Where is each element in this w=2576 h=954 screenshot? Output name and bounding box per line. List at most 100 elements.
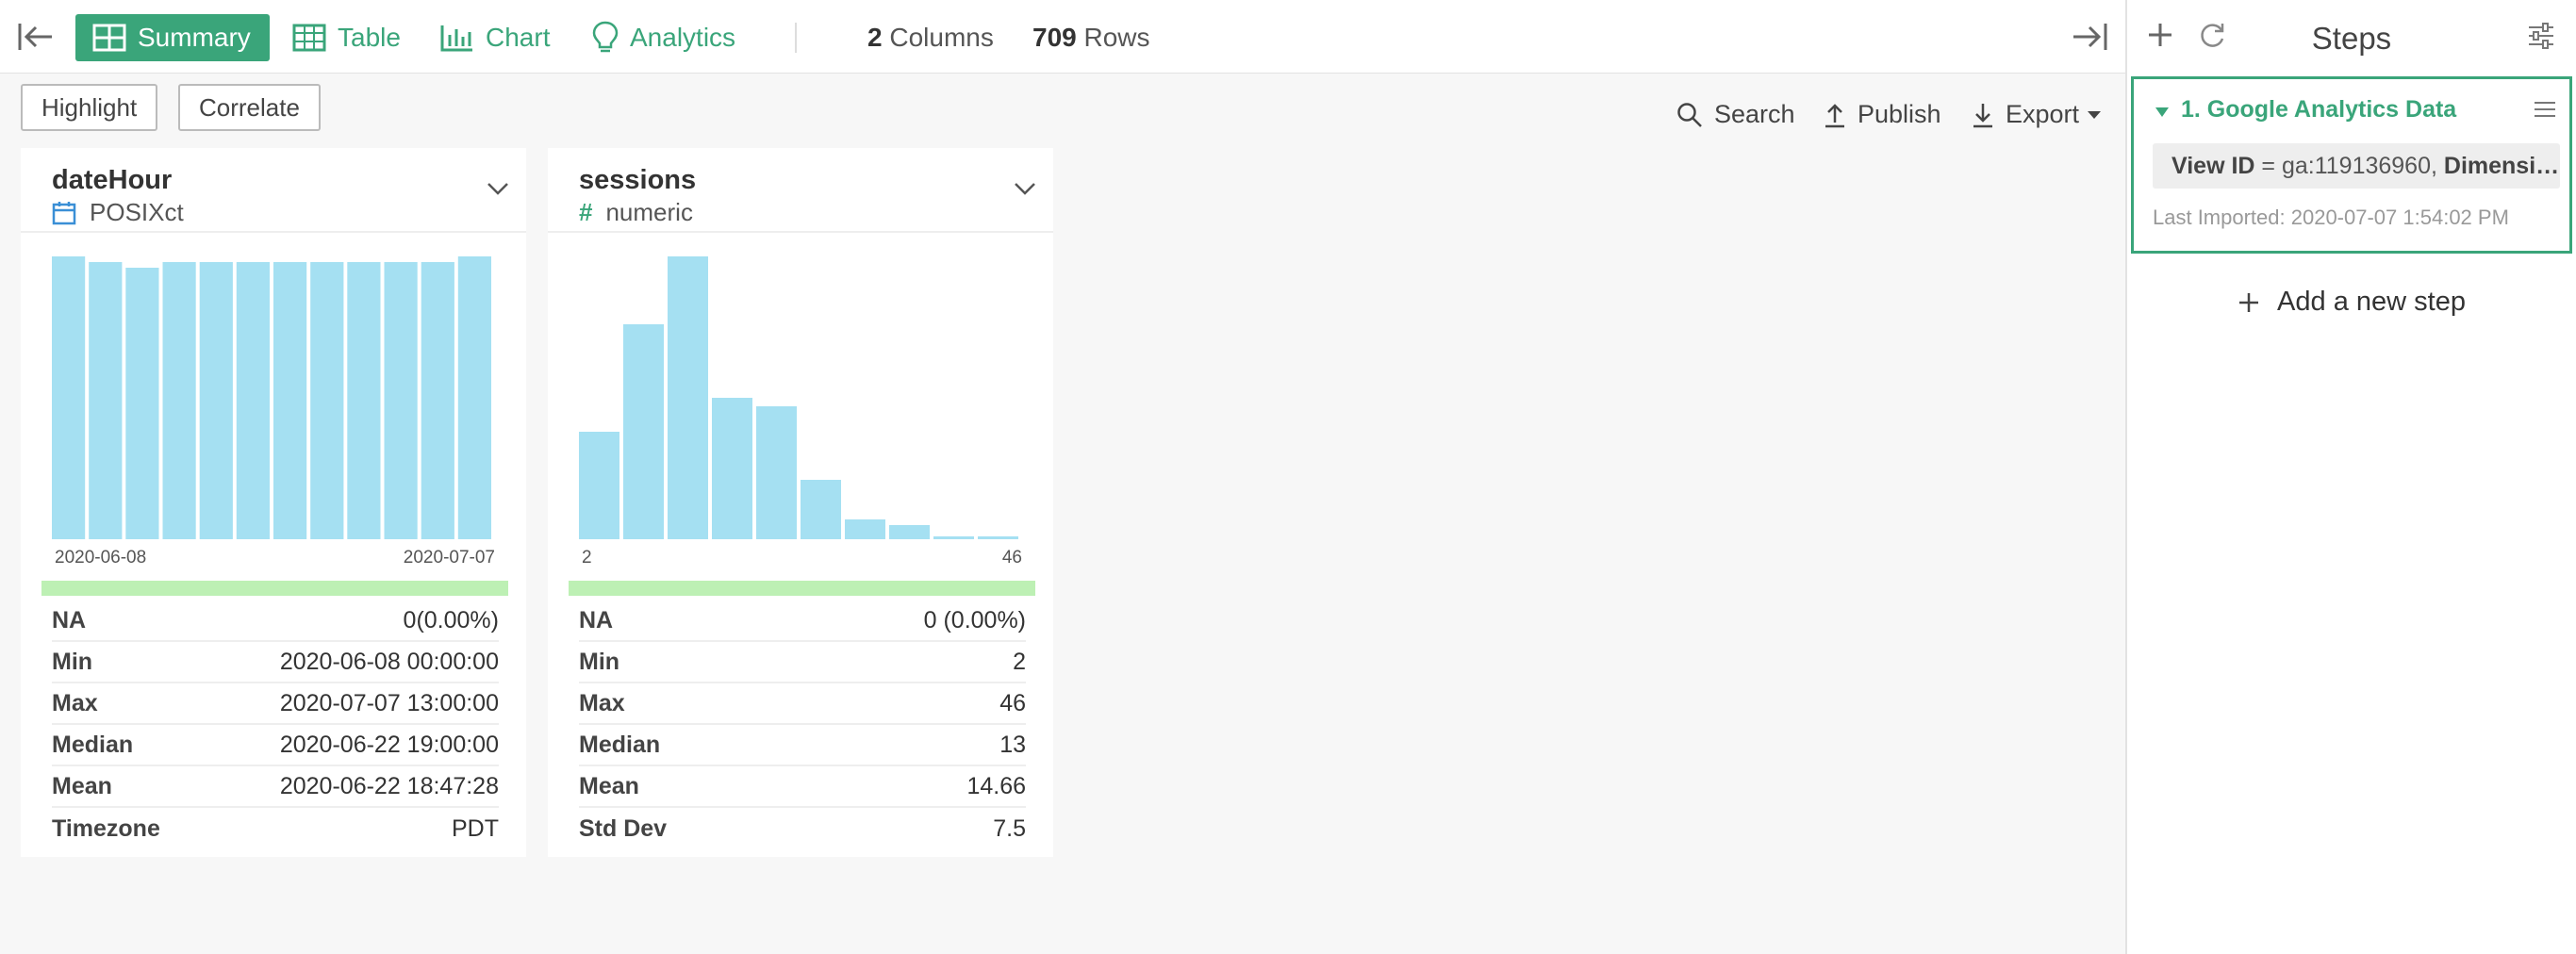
histogram-bar[interactable] xyxy=(347,262,381,539)
stat-label: Median xyxy=(52,731,134,758)
caret-down-icon[interactable] xyxy=(2155,106,2170,123)
histogram-bar[interactable] xyxy=(421,262,454,539)
data-quality-bar xyxy=(569,581,1035,596)
stat-value: 2020-06-22 18:47:28 xyxy=(279,772,499,799)
chevron-down-icon[interactable] xyxy=(487,182,509,200)
data-quality-bar xyxy=(41,581,508,596)
tab-analytics[interactable]: Analytics xyxy=(592,14,735,61)
tab-analytics-label: Analytics xyxy=(630,23,736,52)
hamburger-icon[interactable] xyxy=(2534,100,2556,123)
stat-label: Min xyxy=(579,648,620,675)
export-dropdown[interactable]: Export xyxy=(1972,100,2113,129)
histogram-bar[interactable] xyxy=(668,256,708,539)
tab-summary[interactable]: Summary xyxy=(75,14,270,61)
stats-table: NA 0(0.00%) Min 2020-06-08 00:00:00 Max 202… xyxy=(52,600,499,849)
stat-value: PDT xyxy=(452,814,499,842)
chevron-down-icon[interactable] xyxy=(1014,182,1036,200)
tab-chart-label: Chart xyxy=(486,23,551,52)
stat-row-std-dev: Std Dev 7.5 xyxy=(579,808,1026,849)
histogram-bar[interactable] xyxy=(52,256,86,539)
search-button[interactable]: Search xyxy=(1676,100,1795,129)
histogram-bar[interactable] xyxy=(457,256,491,539)
columns-count-value: 2 xyxy=(867,23,883,52)
step-title: 1. Google Analytics Data xyxy=(2181,96,2457,123)
steps-header: Steps xyxy=(2127,0,2576,74)
stat-value: 13 xyxy=(999,731,1026,758)
correlate-button[interactable]: Correlate xyxy=(178,84,321,131)
columns-count-label: Columns xyxy=(889,23,994,52)
histogram-bar[interactable] xyxy=(712,398,752,539)
stat-label: Max xyxy=(52,689,98,716)
steps-panel: Steps 1. Google Analytics Data View ID =… xyxy=(2125,0,2576,954)
histogram-svg: 2020-06-08 2020-07-07 xyxy=(41,256,508,596)
histogram-bar[interactable] xyxy=(579,432,619,539)
stat-label: NA xyxy=(52,606,87,633)
collapse-right-icon[interactable] xyxy=(2071,21,2108,53)
stat-row-na: NA 0 (0.00%) xyxy=(579,600,1026,642)
column-type: # numeric xyxy=(579,198,693,227)
stat-row-max: Max 46 xyxy=(579,683,1026,725)
search-icon xyxy=(1676,102,1714,128)
axis-max-label: 2020-07-07 xyxy=(404,548,495,567)
tab-chart[interactable]: Chart xyxy=(440,14,550,61)
histogram-bar[interactable] xyxy=(801,480,841,539)
last-imported: Last Imported: 2020-07-07 1:54:02 PM xyxy=(2153,206,2509,229)
histogram-bar[interactable] xyxy=(623,324,664,539)
histogram-svg: 2 46 xyxy=(569,256,1035,596)
rows-count: 709 Rows xyxy=(1032,23,1150,53)
add-step-button[interactable]: Add a new step xyxy=(2127,287,2576,318)
histogram-bar[interactable] xyxy=(933,536,974,539)
top-bar: Summary Table Chart Analytics 2 Columns … xyxy=(0,0,2125,74)
tab-table-label: Table xyxy=(338,23,401,52)
histogram-bar[interactable] xyxy=(845,519,885,539)
tab-table[interactable]: Table xyxy=(292,14,401,61)
steps-title: Steps xyxy=(2311,21,2392,56)
stat-value: 7.5 xyxy=(993,814,1026,842)
stat-label: NA xyxy=(579,606,614,633)
export-label: Export xyxy=(2006,100,2080,128)
lightbulb-icon xyxy=(592,21,630,55)
rows-count-label: Rows xyxy=(1083,23,1150,52)
stat-row-mean: Mean 2020-06-22 18:47:28 xyxy=(52,766,499,808)
axis-max-label: 46 xyxy=(1002,548,1022,567)
histogram-bar[interactable] xyxy=(889,525,930,539)
stat-value: 0(0.00%) xyxy=(403,606,499,633)
histogram-bar[interactable] xyxy=(199,262,233,539)
calendar-icon xyxy=(52,201,76,225)
publish-button[interactable]: Publish xyxy=(1824,100,1941,129)
stat-value: 2020-06-08 00:00:00 xyxy=(279,648,499,675)
histogram-bar[interactable] xyxy=(978,536,1018,539)
column-card-header: dateHour POSIXct xyxy=(21,148,526,233)
stat-label: Max xyxy=(579,689,625,716)
histogram-bar[interactable] xyxy=(89,262,123,539)
caret-down-icon xyxy=(2087,110,2113,120)
histogram-bar[interactable] xyxy=(756,406,797,539)
histogram-bar[interactable] xyxy=(125,268,159,539)
table-icon xyxy=(292,24,338,52)
step-parameters: View ID = ga:119136960, Dimensi… xyxy=(2153,143,2560,189)
bar-chart-icon xyxy=(440,24,486,52)
sliders-icon[interactable] xyxy=(2527,23,2555,54)
stat-value: 2 xyxy=(1013,648,1026,675)
stat-label: Std Dev xyxy=(579,814,668,842)
grid-icon xyxy=(92,24,138,52)
histogram-bar[interactable] xyxy=(273,262,307,539)
highlight-button[interactable]: Highlight xyxy=(21,84,158,131)
step-card[interactable]: 1. Google Analytics Data View ID = ga:11… xyxy=(2131,76,2572,254)
collapse-left-icon[interactable] xyxy=(17,21,55,53)
column-name: sessions xyxy=(579,165,697,195)
stat-row-timezone: Timezone PDT xyxy=(52,808,499,849)
param-value: = ga:119136960, xyxy=(2254,152,2444,179)
histogram-bar[interactable] xyxy=(310,262,344,539)
divider xyxy=(795,23,797,53)
histogram-bar[interactable] xyxy=(384,262,418,539)
stat-value: 14.66 xyxy=(966,772,1026,799)
stat-row-na: NA 0(0.00%) xyxy=(52,600,499,642)
stats-table: NA 0 (0.00%) Min 2 Max 46 Median 13 Mean 14.6… xyxy=(579,600,1026,849)
histogram-bar[interactable] xyxy=(162,262,196,539)
histogram-bar[interactable] xyxy=(236,262,270,539)
column-type-label: numeric xyxy=(605,198,693,226)
stat-label: Median xyxy=(579,731,661,758)
stat-value: 0 (0.00%) xyxy=(923,606,1026,633)
download-icon xyxy=(1972,102,2006,128)
